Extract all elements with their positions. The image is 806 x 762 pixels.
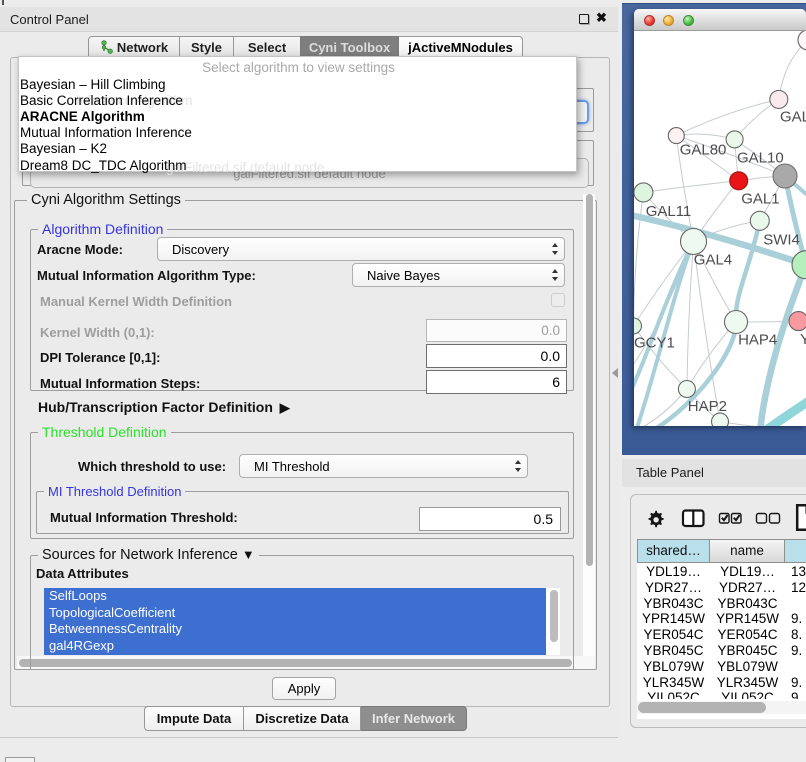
- svg-text:GAL1: GAL1: [741, 191, 779, 208]
- svg-text:GCY1: GCY1: [634, 335, 675, 352]
- svg-text:HAP2: HAP2: [688, 398, 727, 415]
- svg-text:HAP4: HAP4: [738, 332, 777, 349]
- svg-text:Y: Y: [800, 331, 806, 348]
- svg-text:GAL: GAL: [780, 109, 806, 126]
- svg-text:SWI4: SWI4: [763, 232, 800, 249]
- svg-text:GAL11: GAL11: [646, 203, 692, 220]
- svg-text:GAL80: GAL80: [680, 142, 727, 159]
- svg-text:GAL10: GAL10: [737, 150, 784, 167]
- svg-text:GAL4: GAL4: [694, 252, 732, 269]
